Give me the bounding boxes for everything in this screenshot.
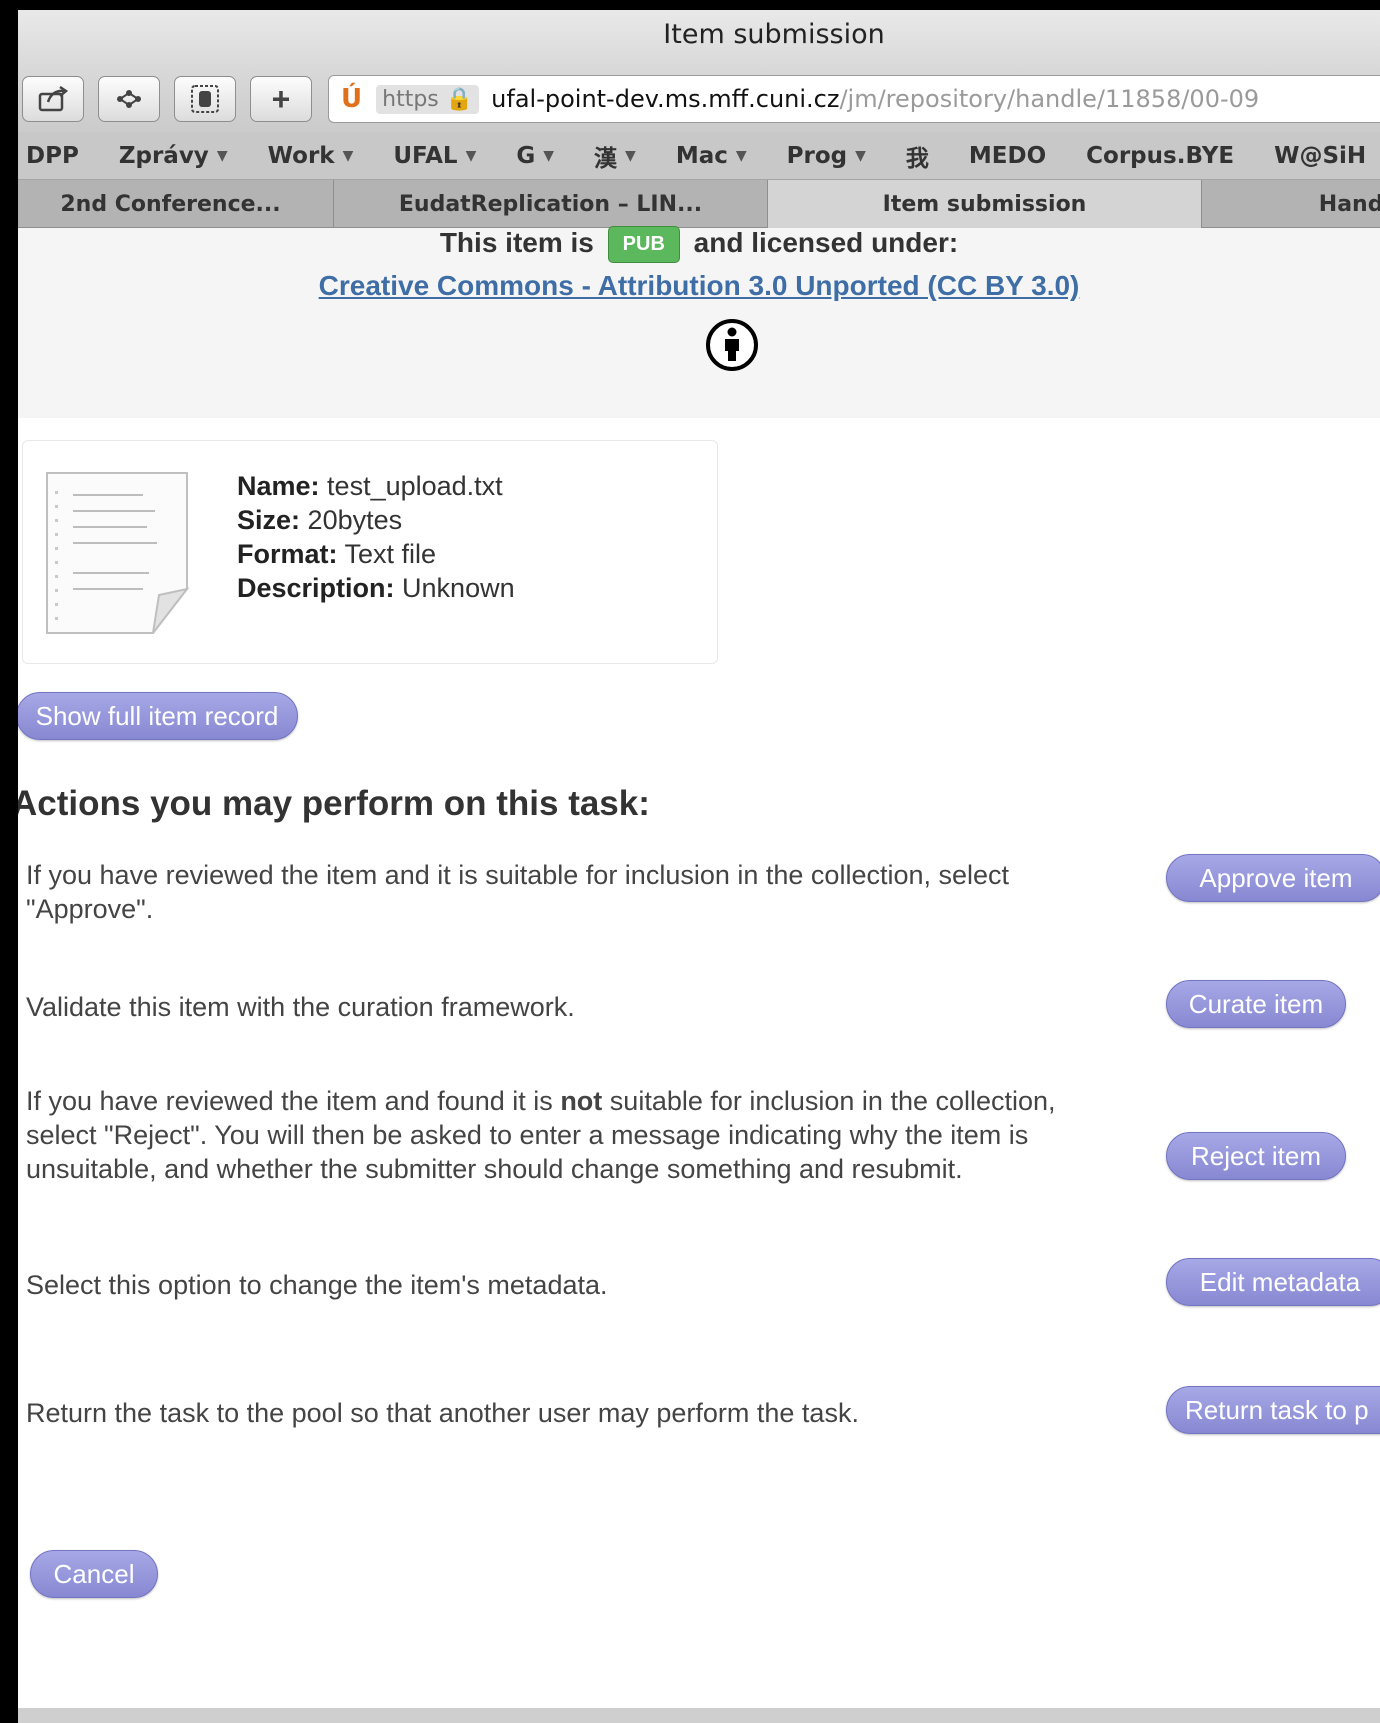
bookmark-label: 漢 bbox=[594, 145, 618, 172]
file-format: Text file bbox=[344, 539, 437, 569]
license-prefix: This item is bbox=[439, 226, 594, 258]
new-tab-plus-icon[interactable]: + bbox=[250, 76, 312, 122]
url-path: /jm/repository/handle/11858/00-09 bbox=[839, 85, 1260, 113]
tab-item-submission[interactable]: Item submission bbox=[768, 180, 1202, 228]
reject-item-button[interactable]: Reject item bbox=[1166, 1132, 1346, 1180]
return-task-to-pool-button[interactable]: Return task to p bbox=[1166, 1386, 1380, 1434]
bookmark-item[interactable]: W@SiH bbox=[1254, 143, 1380, 169]
tab-label: 2nd Conference... bbox=[60, 191, 281, 217]
file-description-label: Description: bbox=[237, 573, 395, 603]
url-bar[interactable]: Ú https 🔒 ufal-point-dev.ms.mff.cuni.cz /… bbox=[328, 75, 1380, 123]
actions-heading: Actions you may perform on this task: bbox=[18, 784, 650, 823]
edit-metadata-button[interactable]: Edit metadata bbox=[1166, 1258, 1380, 1306]
bookmark-label: MEDO bbox=[968, 142, 1047, 169]
file-format-row: Format: Text file bbox=[237, 537, 515, 571]
dropdown-arrow-icon: ▼ bbox=[216, 147, 228, 164]
bookmark-item[interactable]: UFAL ▼ bbox=[373, 143, 496, 169]
bookmark-item[interactable]: 漢 ▼ bbox=[574, 139, 656, 173]
bookmark-label: Zprávy bbox=[118, 142, 209, 169]
text-file-icon[interactable] bbox=[43, 469, 193, 639]
dropdown-arrow-icon: ▼ bbox=[543, 147, 555, 164]
extensions-icon[interactable] bbox=[98, 76, 160, 122]
bookmark-item[interactable]: Mac ▼ bbox=[656, 143, 767, 169]
file-info: Name: test_upload.txt Size: 20bytes Form… bbox=[237, 469, 515, 605]
bookmark-label: DPP bbox=[26, 142, 79, 169]
url-host: ufal-point-dev.ms.mff.cuni.cz bbox=[491, 85, 840, 113]
cancel-button[interactable]: Cancel bbox=[30, 1550, 158, 1598]
reject-text-bold: not bbox=[560, 1086, 603, 1116]
page-footer-bar bbox=[18, 1708, 1380, 1723]
file-format-label: Format: bbox=[237, 539, 338, 569]
reject-text-before: If you have reviewed the item and found … bbox=[26, 1086, 561, 1116]
dropdown-arrow-icon: ▼ bbox=[625, 147, 636, 164]
file-name-label: Name: bbox=[237, 471, 320, 501]
show-full-item-record-button[interactable]: Show full item record bbox=[18, 692, 298, 740]
bookmark-item[interactable]: MEDO bbox=[949, 143, 1066, 169]
file-name: test_upload.txt bbox=[327, 471, 503, 501]
pub-badge: PUB bbox=[607, 226, 680, 263]
bookmark-label: Corpus.BYE bbox=[1086, 142, 1235, 169]
curate-item-button[interactable]: Curate item bbox=[1166, 980, 1346, 1028]
license-suffix: and licensed under: bbox=[693, 226, 959, 258]
license-statement: This item is PUB and licensed under: bbox=[18, 226, 1380, 263]
approve-description: If you have reviewed the item and it is … bbox=[26, 860, 1010, 924]
file-description: Unknown bbox=[402, 573, 515, 603]
file-name-row: Name: test_upload.txt bbox=[237, 469, 515, 503]
bookmark-label: Prog bbox=[786, 142, 848, 169]
edit-metadata-description: Select this option to change the item's … bbox=[26, 1270, 608, 1300]
dropdown-arrow-icon: ▼ bbox=[855, 147, 866, 164]
reject-description: If you have reviewed the item and found … bbox=[26, 1084, 1106, 1186]
window-title: Item submission bbox=[18, 10, 1380, 68]
bookmark-item[interactable]: 我 bbox=[886, 139, 949, 173]
return-task-description: Return the task to the pool so that anot… bbox=[26, 1398, 859, 1428]
dropdown-arrow-icon: ▼ bbox=[342, 147, 354, 164]
file-description-row: Description: Unknown bbox=[237, 571, 515, 605]
tab-label: Item submission bbox=[882, 191, 1087, 217]
bookmarks-bar: DPP Zprávy ▼ Work ▼ UFAL ▼ G ▼ 漢 ▼ Mac ▼ Prog ▼ 我 MEDO Co… bbox=[18, 132, 1380, 180]
page-content: This item is PUB and licensed under: Cre… bbox=[18, 226, 1380, 1723]
file-card: Name: test_upload.txt Size: 20bytes Form… bbox=[22, 440, 718, 664]
browser-window: Item submission + Ú https 🔒 ufal-point-d… bbox=[18, 10, 1380, 1723]
bookmark-item[interactable]: Prog ▼ bbox=[767, 143, 886, 169]
bookmark-item[interactable]: Zprávy ▼ bbox=[99, 143, 248, 169]
lock-icon: 🔒 bbox=[445, 86, 474, 112]
screenshot-icon[interactable] bbox=[174, 76, 236, 122]
tab-2nd-conference[interactable]: 2nd Conference... bbox=[18, 180, 334, 228]
site-favicon-icon: Ú bbox=[341, 84, 363, 114]
share-icon[interactable] bbox=[22, 76, 84, 122]
dropdown-arrow-icon: ▼ bbox=[735, 147, 747, 164]
file-size-row: Size: 20bytes bbox=[237, 503, 515, 537]
bookmark-label: W@SiH bbox=[1274, 142, 1367, 169]
bookmark-label: Mac bbox=[675, 142, 728, 169]
cc-attribution-icon bbox=[706, 319, 758, 371]
bookmark-label: G bbox=[516, 142, 536, 169]
tab-label: Handl bbox=[1318, 191, 1380, 217]
url-scheme: https 🔒 bbox=[376, 84, 480, 114]
tab-bar: 2nd Conference... EudatReplication – LIN… bbox=[18, 180, 1380, 228]
tab-eudat-replication[interactable]: EudatReplication – LIN... bbox=[334, 180, 768, 228]
license-box: This item is PUB and licensed under: Cre… bbox=[18, 226, 1380, 418]
browser-toolbar: + Ú https 🔒 ufal-point-dev.ms.mff.cuni.c… bbox=[18, 68, 1380, 132]
approve-item-button[interactable]: Approve item bbox=[1166, 854, 1380, 902]
bookmark-item[interactable]: Corpus.BYE bbox=[1066, 143, 1254, 169]
tab-label: EudatReplication – LIN... bbox=[398, 191, 703, 217]
bookmark-item[interactable]: DPP bbox=[18, 143, 99, 169]
bookmark-item[interactable]: G ▼ bbox=[496, 143, 574, 169]
file-size: 20bytes bbox=[307, 505, 403, 535]
curate-description: Validate this item with the curation fra… bbox=[26, 992, 575, 1022]
dropdown-arrow-icon: ▼ bbox=[465, 147, 477, 164]
tab-handle[interactable]: Handl bbox=[1202, 180, 1380, 228]
license-link[interactable]: Creative Commons - Attribution 3.0 Unpor… bbox=[18, 270, 1380, 302]
bookmark-label: UFAL bbox=[393, 142, 458, 169]
file-size-label: Size: bbox=[237, 505, 301, 535]
bookmark-label: Work bbox=[267, 142, 335, 169]
bookmark-item[interactable]: Work ▼ bbox=[248, 143, 374, 169]
bookmark-label: 我 bbox=[905, 145, 929, 172]
